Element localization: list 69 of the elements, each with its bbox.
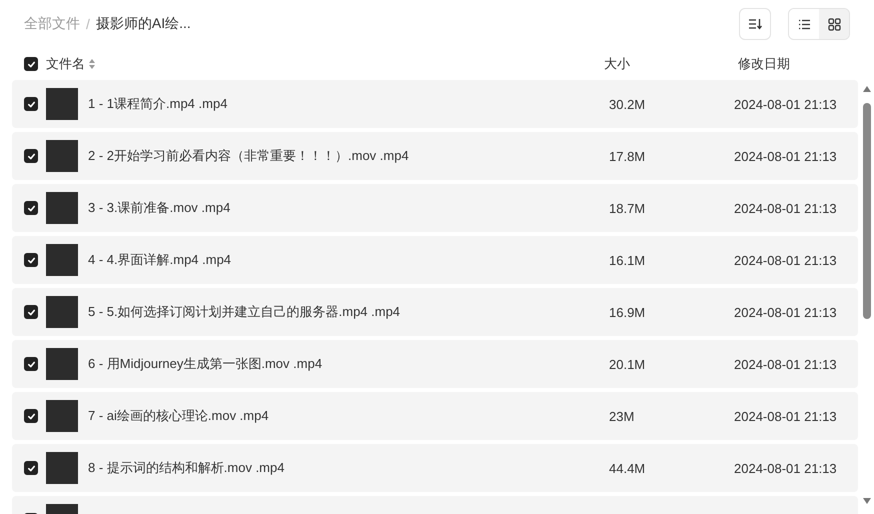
modified-date: 2024-08-01 21:13 <box>734 304 838 320</box>
file-size: 44.4M <box>609 460 646 476</box>
row-checkbox[interactable] <box>24 201 38 215</box>
file-name: 1 - 1课程简介.mp4 .mp4 <box>88 95 228 113</box>
file-row[interactable]: 4 - 4.界面详解.mp4 .mp4 16.1M 2024-08-01 21:13 <box>12 236 858 284</box>
modified-date: 2024-08-01 21:13 <box>734 200 838 216</box>
video-thumbnail-placeholder <box>46 400 78 432</box>
video-thumbnail-placeholder <box>46 88 78 120</box>
video-thumbnail-placeholder <box>46 348 78 380</box>
row-checkbox[interactable] <box>24 97 38 111</box>
file-name: 4 - 4.界面详解.mp4 .mp4 <box>88 251 232 269</box>
grid-view-button[interactable] <box>819 9 849 39</box>
checkmark-icon <box>26 464 36 472</box>
file-row[interactable]: 6 - 用Midjourney生成第一张图.mov .mp4 20.1M 2024-08-01 21:13 <box>12 340 858 388</box>
sort-lines-icon <box>748 18 762 30</box>
modified-date: 2024-08-01 21:13 <box>734 356 838 372</box>
column-header[interactable]: 文件名 <box>46 55 95 73</box>
modified-date: 2024-08-01 21:13 <box>734 148 838 164</box>
file-row[interactable]: 1 - 1课程简介.mp4 .mp4 30.2M 2024-08-01 21:13 <box>12 80 858 128</box>
modified-date: 2024-08-01 21:13 <box>734 96 838 112</box>
row-checkbox[interactable] <box>24 409 38 423</box>
file-row[interactable]: 7 - ai绘画的核心理论.mov .mp4 23M 2024-08-01 21:13 <box>12 392 858 440</box>
checkmark-icon <box>26 308 36 316</box>
file-row[interactable]: 2 - 2开始学习前必看内容（非常重要！！！）.mov .mp4 17.8M 2024-08-01 21:13 <box>12 132 858 180</box>
grid-icon <box>828 18 840 30</box>
file-size: 17.8M <box>609 148 646 164</box>
file-name: 7 - ai绘画的核心理论.mov .mp4 <box>88 407 270 425</box>
video-thumbnail-placeholder <box>46 452 78 484</box>
video-thumbnail-placeholder <box>46 296 78 328</box>
modified-date: 2024-08-01 21:13 <box>734 408 838 424</box>
row-checkbox[interactable] <box>24 253 38 267</box>
row-checkbox[interactable] <box>24 149 38 163</box>
checkmark-icon <box>26 256 36 264</box>
file-row[interactable]: 5 - 5.如何选择订阅计划并建立自己的服务器.mp4 .mp4 16.9M 2024-08-01 21:13 <box>12 288 858 336</box>
video-thumbnail-placeholder <box>46 140 78 172</box>
file-size: 16.9M <box>609 304 646 320</box>
file-size: 23M <box>609 408 636 424</box>
modified-date: 2024-08-01 21:13 <box>734 252 838 268</box>
column-header: 修改日期 <box>738 55 790 73</box>
video-thumbnail-placeholder <box>46 192 78 224</box>
file-name: 2 - 2开始学习前必看内容（非常重要！！！）.mov .mp4 <box>88 147 410 165</box>
checkmark-icon <box>26 60 36 68</box>
file-size: 16.1M <box>609 252 646 268</box>
checkmark-icon <box>26 152 36 160</box>
checkmark-icon <box>26 204 36 212</box>
sort-icon <box>89 59 95 69</box>
breadcrumb-current[interactable]: 摄影师的AI绘... <box>96 15 191 33</box>
file-size: 18.7M <box>609 200 646 216</box>
file-row[interactable]: 8 - 提示词的结构和解析.mov .mp4 44.4M 2024-08-01 21:13 <box>12 444 858 492</box>
checkmark-icon <box>26 100 36 108</box>
row-checkbox[interactable] <box>24 305 38 319</box>
list-icon <box>798 18 810 30</box>
breadcrumb-separator: / <box>86 16 90 32</box>
sort-button[interactable] <box>739 8 771 40</box>
file-name: 5 - 5.如何选择订阅计划并建立自己的服务器.mp4 .mp4 <box>88 303 402 321</box>
file-size: 30.2M <box>609 96 646 112</box>
row-checkbox[interactable] <box>24 461 38 475</box>
column-header: 大小 <box>604 55 630 73</box>
checkmark-icon <box>26 412 36 420</box>
file-name: 8 - 提示词的结构和解析.mov .mp4 <box>88 459 286 477</box>
modified-date: 2024-08-01 21:13 <box>734 460 838 476</box>
checkmark-icon <box>26 360 36 368</box>
file-name: 3 - 3.课前准备.mov .mp4 <box>88 199 232 217</box>
video-thumbnail-placeholder <box>46 244 78 276</box>
file-name: 6 - 用Midjourney生成第一张图.mov .mp4 <box>88 355 324 373</box>
file-row[interactable]: 3 - 3.课前准备.mov .mp4 18.7M 2024-08-01 21:13 <box>12 184 858 232</box>
select-all-checkbox[interactable] <box>24 57 38 71</box>
row-checkbox[interactable] <box>24 357 38 371</box>
file-size: 20.1M <box>609 356 646 372</box>
